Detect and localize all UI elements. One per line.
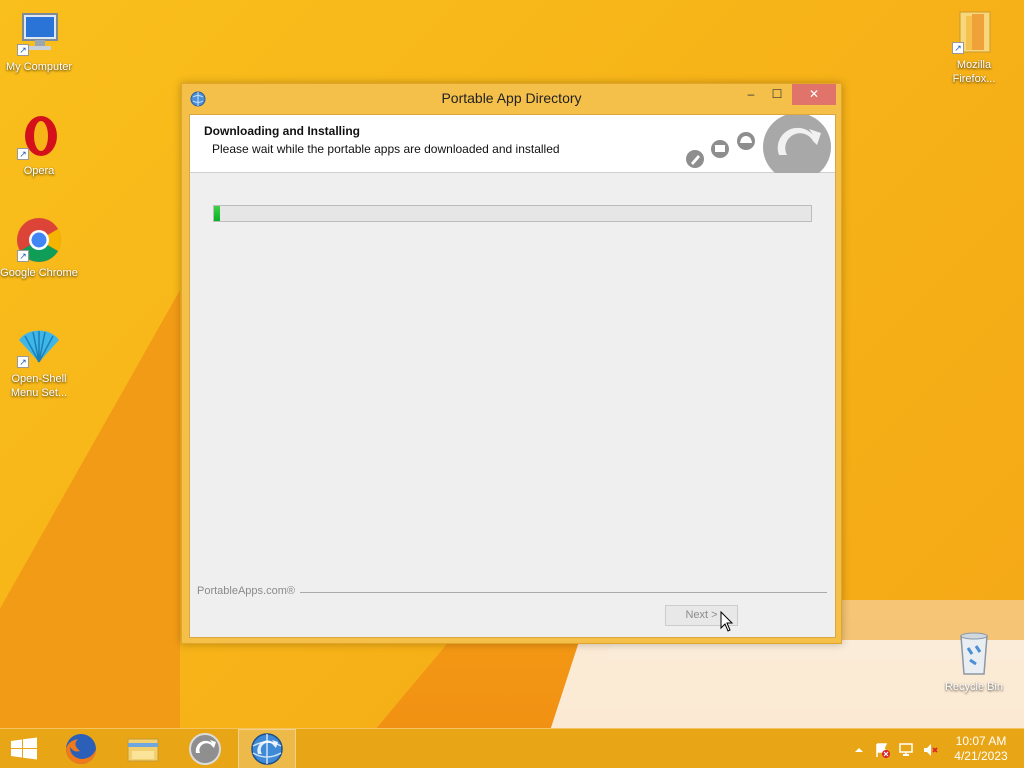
- minimize-button[interactable]: –: [738, 84, 764, 105]
- chrome-icon: ↗: [15, 216, 63, 264]
- taskbar-firefox[interactable]: [52, 729, 110, 768]
- wizard-header: Downloading and Installing Please wait w…: [190, 113, 835, 181]
- desktop-icon-label: My Computer: [5, 61, 73, 73]
- title-bar[interactable]: Portable App Directory – ☐ ✕: [182, 84, 841, 114]
- window-content: Downloading and Installing Please wait w…: [189, 113, 836, 638]
- desktop-icon-opera[interactable]: ↗ Opera: [0, 114, 79, 178]
- header-subtitle: Please wait while the portable apps are …: [212, 142, 560, 156]
- desktop-icon-chrome[interactable]: ↗ Google Chrome: [0, 216, 79, 280]
- portableapps-icon: [189, 733, 221, 765]
- folder-icon: ↗: [950, 8, 998, 56]
- desktop-icon-my-computer[interactable]: ↗ My Computer: [0, 10, 79, 74]
- desktop-icon-label: Opera: [23, 165, 55, 177]
- clock-date: 4/21/2023: [954, 749, 1008, 763]
- desktop-icon-open-shell[interactable]: ↗ Open-Shell Menu Set...: [0, 322, 79, 400]
- progress-fill: [214, 206, 220, 221]
- network-icon[interactable]: [898, 742, 914, 758]
- clock-time: 10:07 AM: [955, 734, 1007, 748]
- installer-window[interactable]: Portable App Directory – ☐ ✕ Downloading…: [181, 83, 842, 644]
- taskbar-portable-app-directory[interactable]: [238, 729, 296, 768]
- desktop-icon-label: Google Chrome: [0, 267, 78, 279]
- header-title: Downloading and Installing: [204, 124, 360, 138]
- system-clock[interactable]: 10:07 AM 4/21/2023: [946, 734, 1016, 764]
- file-explorer-icon: [127, 738, 159, 762]
- desktop-icon-mozilla-firefox[interactable]: ↗ Mozilla Firefox...: [934, 8, 1014, 86]
- action-center-flag-icon[interactable]: [874, 742, 890, 758]
- recycle-bin-icon: [950, 630, 998, 678]
- taskbar-portableapps[interactable]: [176, 729, 234, 768]
- show-hidden-icons-icon[interactable]: [851, 742, 867, 758]
- desktop-icon-label: Open-Shell Menu Set...: [10, 373, 68, 399]
- desktop-icon-recycle-bin[interactable]: Recycle Bin: [934, 630, 1014, 694]
- desktop-icon-label: Recycle Bin: [944, 681, 1004, 693]
- maximize-button[interactable]: ☐: [764, 84, 790, 105]
- desktop-icon-label: Mozilla Firefox...: [952, 59, 996, 85]
- portableapps-banner-icon: [685, 113, 835, 181]
- brand-label: PortableApps.com®: [197, 585, 295, 597]
- taskbar: 10:07 AM 4/21/2023: [0, 728, 1024, 768]
- download-progress-bar: [213, 205, 812, 222]
- mouse-cursor-icon: [720, 610, 734, 633]
- start-button[interactable]: [0, 729, 48, 768]
- computer-icon: ↗: [15, 10, 63, 58]
- volume-muted-icon[interactable]: [922, 742, 938, 758]
- windows-logo-icon: [11, 737, 37, 760]
- shell-icon: ↗: [15, 322, 63, 370]
- firefox-icon: [66, 734, 96, 764]
- close-button[interactable]: ✕: [792, 84, 836, 105]
- opera-icon: ↗: [15, 114, 63, 162]
- portable-app-directory-icon: [251, 733, 283, 765]
- taskbar-file-explorer[interactable]: [114, 729, 172, 768]
- divider: [300, 592, 827, 593]
